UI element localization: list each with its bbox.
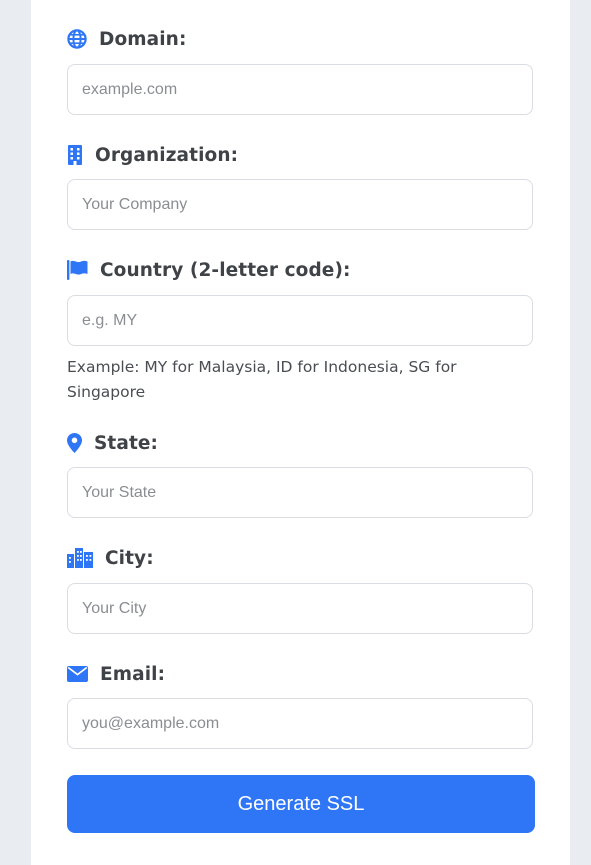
- organization-label-row: Organization:: [67, 143, 238, 167]
- country-label: Country (2-letter code):: [100, 259, 351, 281]
- domain-label: Domain:: [99, 28, 187, 50]
- city-input[interactable]: [67, 583, 533, 634]
- city-label-row: City:: [67, 546, 154, 570]
- state-label-row: State:: [67, 431, 158, 455]
- city-icon: [67, 546, 93, 570]
- email-label-row: Email:: [67, 662, 165, 686]
- country-input[interactable]: [67, 295, 533, 346]
- map-marker-icon: [67, 431, 82, 455]
- building-icon: [67, 143, 83, 167]
- state-label: State:: [94, 432, 159, 454]
- country-hint: Example: MY for Malaysia, ID for Indones…: [67, 358, 457, 401]
- state-input[interactable]: [67, 467, 533, 518]
- organization-label: Organization:: [95, 144, 239, 166]
- generate-ssl-button[interactable]: Generate SSL: [67, 775, 535, 833]
- email-label: Email:: [100, 663, 166, 685]
- email-input[interactable]: [67, 698, 533, 749]
- country-label-row: Country (2-letter code):: [67, 258, 351, 282]
- flag-icon: [67, 258, 88, 282]
- ssl-form-card: Domain: Organization: Countr: [31, 0, 570, 865]
- city-label: City:: [105, 547, 154, 569]
- globe-icon: [67, 27, 87, 51]
- domain-label-row: Domain:: [67, 27, 186, 51]
- organization-input[interactable]: [67, 179, 533, 230]
- envelope-icon: [67, 662, 88, 686]
- domain-input[interactable]: [67, 64, 533, 115]
